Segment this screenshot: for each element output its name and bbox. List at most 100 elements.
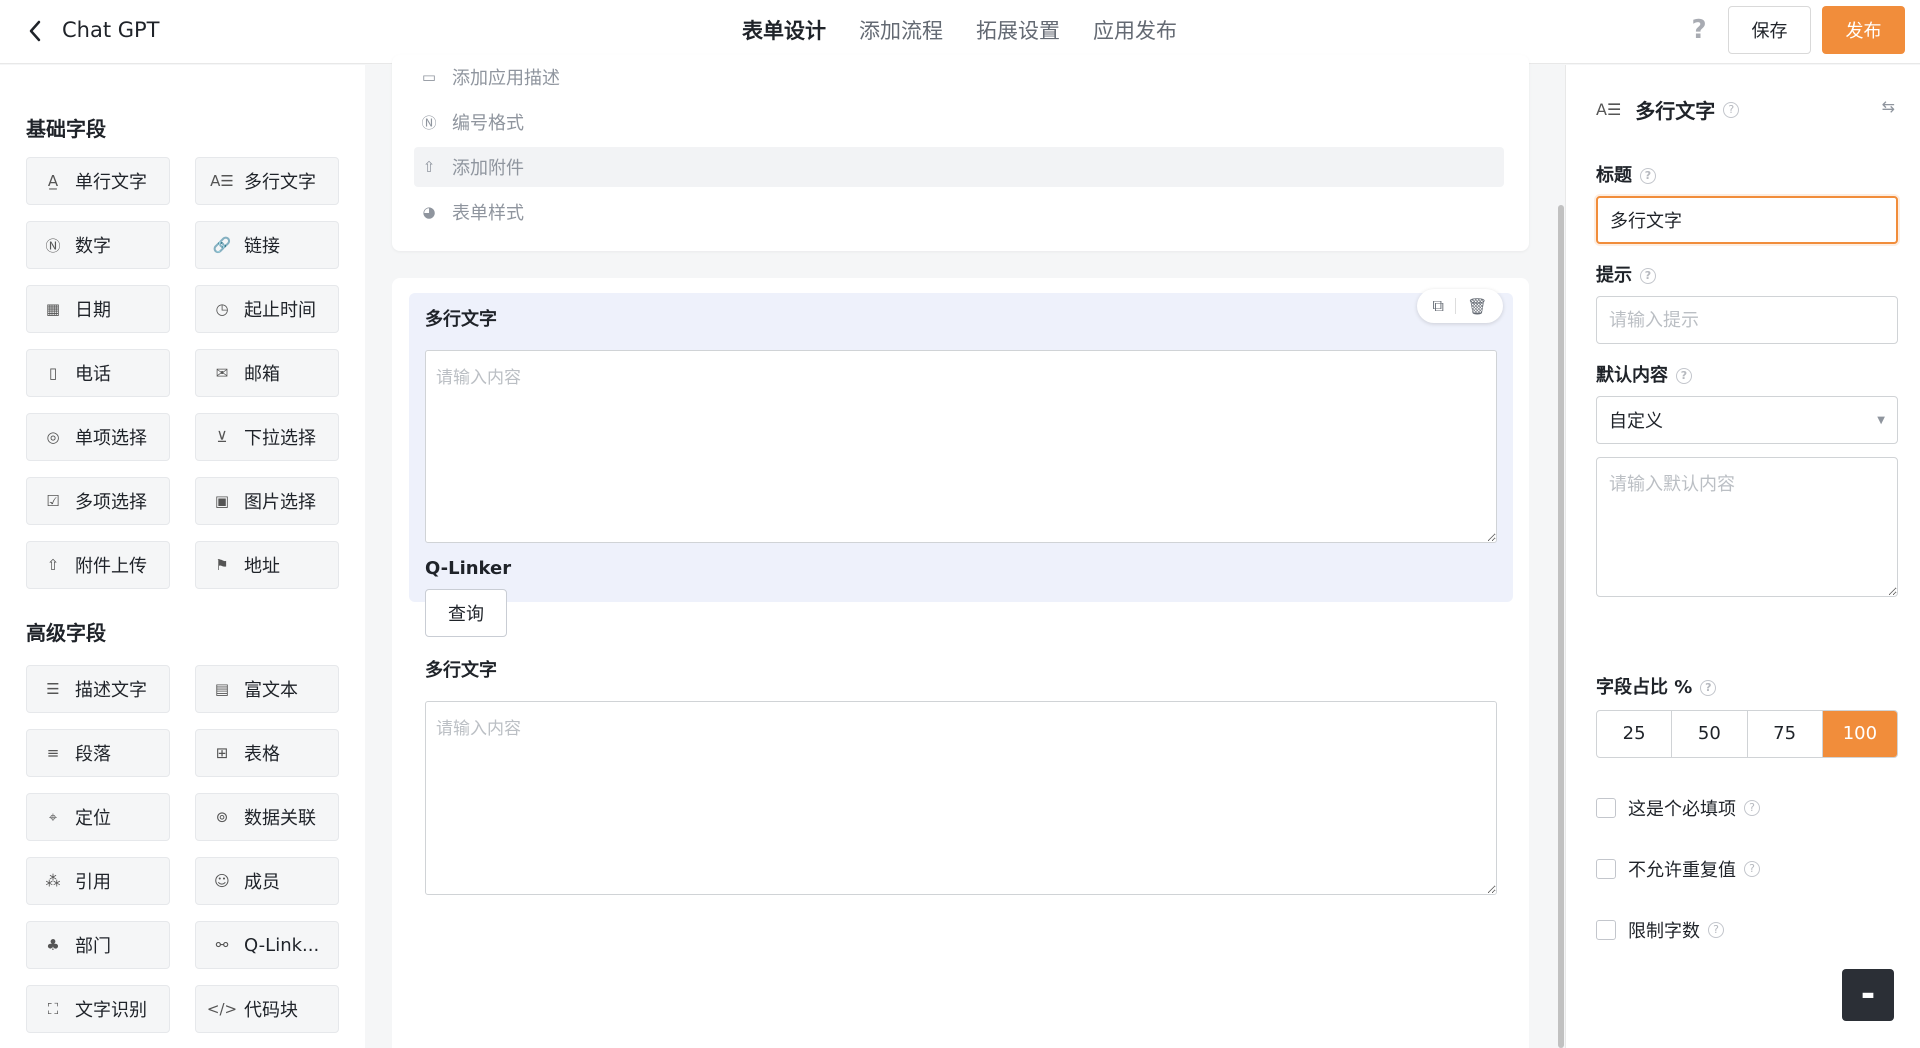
multiline-field-input[interactable] — [425, 701, 1497, 895]
divider — [1455, 298, 1457, 314]
save-button[interactable]: 保存 — [1728, 6, 1811, 54]
field-palette: 基础字段 A̲ 单行文字 A☰ 多行文字 Ⓝ 数字 🔗 链接 ▦ 日期 ◷ 起止时间 ▯ 电话 ✉ 邮箱 ◎ 单项… — [0, 65, 365, 1048]
mail-icon: ✉ — [215, 364, 229, 382]
field-palette-label: 引用 — [75, 872, 111, 893]
field-palette-item[interactable]: A☰ 多行文字 — [195, 157, 339, 205]
form-canvas: ▭ 添加应用描述 Ⓝ 编号格式 ⇧ 添加附件 ◕ 表单样式 ⧉ 🗑 多行文字 Q… — [365, 55, 1565, 1048]
caret-down-icon: ▼ — [1877, 414, 1885, 426]
default-content-label: 默认内容? — [1596, 361, 1692, 387]
field-palette-item[interactable]: ✉ 邮箱 — [195, 349, 339, 397]
multiline-field-input[interactable] — [425, 350, 1497, 543]
field-palette-item[interactable]: ⁂ 引用 — [26, 857, 170, 905]
scrollbar[interactable] — [1558, 205, 1564, 1048]
q-linker-icon: ⚯ — [215, 936, 229, 954]
field-palette-item[interactable]: Ⓝ 数字 — [26, 221, 170, 269]
question-icon[interactable]: ? — [1708, 922, 1724, 938]
question-icon[interactable]: ? — [1640, 168, 1656, 184]
field-palette-label: 富文本 — [244, 680, 298, 701]
question-icon[interactable]: ? — [1744, 800, 1760, 816]
field-palette-item[interactable]: ⚯ Q-Link... — [195, 921, 339, 969]
swap-icon[interactable]: ⇆ — [1882, 97, 1895, 116]
member-icon: ☺ — [214, 872, 230, 890]
default-content-select[interactable]: 自定义 ▼ — [1596, 396, 1898, 444]
copy-icon[interactable]: ⧉ — [1433, 296, 1444, 316]
question-icon[interactable]: ? — [1744, 861, 1760, 877]
data-link-icon: ⊚ — [215, 808, 229, 826]
ratio-option-75[interactable]: 75 — [1748, 711, 1823, 757]
field-palette-label: 成员 — [244, 872, 280, 893]
field-palette-item[interactable]: ▦ 日期 — [26, 285, 170, 333]
back-button[interactable] — [22, 18, 48, 44]
field-palette-item[interactable]: ◎ 单项选择 — [26, 413, 170, 461]
field-palette-label: Q-Link... — [244, 934, 320, 956]
field-palette-item[interactable]: ⊚ 数据关联 — [195, 793, 339, 841]
ratio-option-100[interactable]: 100 — [1822, 711, 1897, 757]
field-palette-item[interactable]: ⚑ 地址 — [195, 541, 339, 589]
reference-icon: ⁂ — [45, 872, 61, 890]
single-line-text-icon: A̲ — [47, 172, 59, 190]
field-palette-item[interactable]: ♣ 部门 — [26, 921, 170, 969]
checkbox-label: 限制字数 — [1628, 921, 1700, 942]
location-icon: ⌖ — [48, 808, 58, 826]
checkbox-box[interactable] — [1596, 798, 1616, 818]
field-palette-label: 地址 — [244, 556, 280, 577]
question-icon[interactable]: ? — [1700, 680, 1717, 696]
field-palette-label: 电话 — [75, 364, 111, 385]
field-palette-item[interactable]: ☰ 描述文字 — [26, 665, 170, 713]
question-icon[interactable]: ? — [1723, 101, 1740, 118]
field-ratio-label: 字段占比 %? — [1596, 673, 1717, 699]
field-palette-item[interactable]: ⛶ 文字识别 — [26, 985, 170, 1033]
field-palette-label: 单行文字 — [75, 172, 147, 193]
chat-icon[interactable]: ▬ — [1842, 969, 1894, 1021]
field-palette-label: 下拉选择 — [244, 428, 316, 449]
ratio-option-25[interactable]: 25 — [1597, 711, 1673, 757]
number-format-option[interactable]: Ⓝ 编号格式 — [414, 102, 1504, 142]
question-icon[interactable]: ? — [1640, 268, 1656, 284]
field-palette-item[interactable]: ⌖ 定位 — [26, 793, 170, 841]
field-palette-item[interactable]: ⇧ 附件上传 — [26, 541, 170, 589]
default-content-input[interactable] — [1596, 457, 1898, 597]
field-palette-item[interactable]: ⊞ 表格 — [195, 729, 339, 777]
field-palette-item[interactable]: A̲ 单行文字 — [26, 157, 170, 205]
field-palette-item[interactable]: ☺ 成员 — [195, 857, 339, 905]
field-palette-item[interactable]: ▤ 富文本 — [195, 665, 339, 713]
field-palette-item[interactable]: ☑ 多项选择 — [26, 477, 170, 525]
form-style-option[interactable]: ◕ 表单样式 — [414, 192, 1504, 232]
required-checkbox[interactable]: 这是个必填项 ? — [1596, 795, 1760, 821]
delete-icon[interactable]: 🗑 — [1467, 297, 1487, 316]
add-attachment-option[interactable]: ⇧ 添加附件 — [414, 147, 1504, 187]
field-palette-label: 段落 — [75, 744, 111, 765]
question-icon[interactable]: ? — [1676, 368, 1692, 384]
field-palette-label: 多项选择 — [75, 492, 147, 513]
palette-icon: ◕ — [422, 203, 436, 221]
field-palette-item[interactable]: 🔗 链接 — [195, 221, 339, 269]
help-icon[interactable]: ? — [1684, 15, 1714, 45]
time-range-icon: ◷ — [215, 300, 229, 318]
no-duplicate-checkbox[interactable]: 不允许重复值 ? — [1596, 856, 1760, 882]
field-ratio-segmented: 25 50 75 100 — [1596, 710, 1898, 758]
field-palette-label: 描述文字 — [75, 680, 147, 701]
publish-button[interactable]: 发布 — [1822, 6, 1905, 54]
field-palette-item[interactable]: </> 代码块 — [195, 985, 339, 1033]
field-palette-item[interactable]: ◷ 起止时间 — [195, 285, 339, 333]
field-palette-label: 部门 — [75, 936, 111, 957]
field-palette-item[interactable]: ⊻ 下拉选择 — [195, 413, 339, 461]
field-palette-item[interactable]: ▯ 电话 — [26, 349, 170, 397]
checkbox-box[interactable] — [1596, 920, 1616, 940]
field-palette-item[interactable]: ▣ 图片选择 — [195, 477, 339, 525]
field-palette-label: 文字识别 — [75, 1000, 147, 1021]
add-app-description-option[interactable]: ▭ 添加应用描述 — [414, 57, 1504, 97]
comment-icon: ▭ — [421, 68, 437, 86]
query-button[interactable]: 查询 — [425, 589, 507, 637]
limit-length-checkbox[interactable]: 限制字数 ? — [1596, 917, 1724, 943]
hint-input[interactable] — [1596, 296, 1898, 344]
field-palette-label: 数据关联 — [244, 808, 316, 829]
app-title: Chat GPT — [62, 18, 160, 42]
title-input[interactable] — [1596, 196, 1898, 244]
link-icon: 🔗 — [212, 236, 232, 254]
checkbox-box[interactable] — [1596, 859, 1616, 879]
phone-icon: ▯ — [48, 364, 58, 382]
field-palette-item[interactable]: ≡ 段落 — [26, 729, 170, 777]
ratio-option-50[interactable]: 50 — [1672, 711, 1748, 757]
field-palette-label: 数字 — [75, 236, 111, 257]
